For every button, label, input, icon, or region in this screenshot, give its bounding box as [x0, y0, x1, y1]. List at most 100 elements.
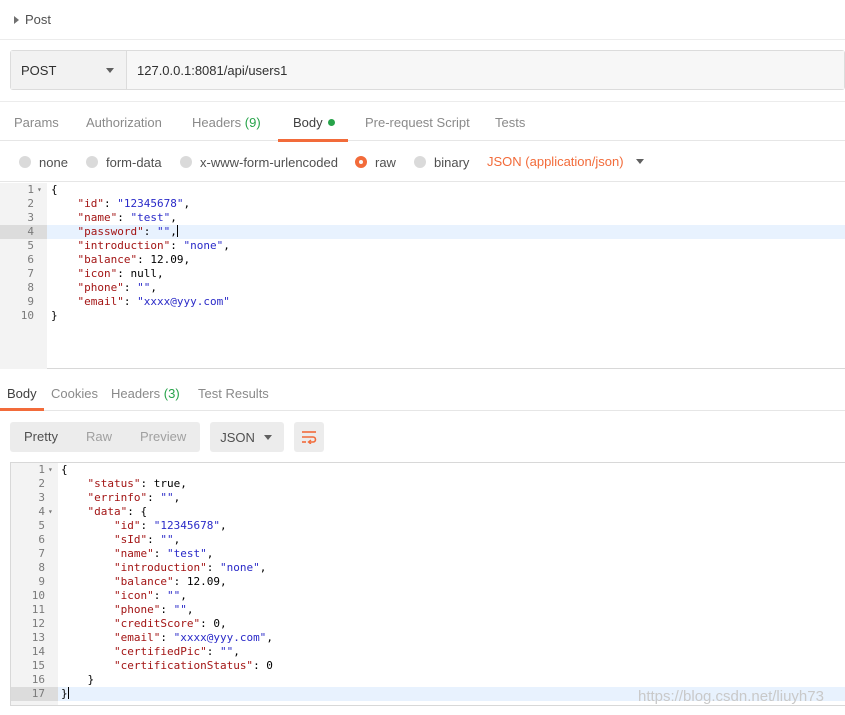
code-text: } [61, 673, 95, 686]
pretty-button[interactable]: Pretty [10, 422, 72, 452]
code-text: "certificationStatus": 0 [113, 659, 273, 672]
radio-raw[interactable]: raw [355, 154, 396, 170]
code-text: "balance": 12.09, [77, 253, 191, 266]
tab-response-headers[interactable]: Headers (3) [111, 376, 180, 411]
code-text: "introduction": "none", [77, 239, 230, 252]
radio-form-data[interactable]: form-data [86, 154, 162, 170]
line-number: 3 [38, 491, 45, 504]
code-line: 16 } [11, 673, 845, 687]
request-tabs: Params Authorization Headers (9) Body Pr… [0, 101, 845, 142]
line-number: 9 [38, 575, 45, 588]
url-input[interactable]: 127.0.0.1:8081/api/users1 [127, 51, 844, 89]
raw-button[interactable]: Raw [72, 422, 126, 452]
expand-caret-icon[interactable] [14, 15, 19, 24]
code-line: 8 "introduction": "none", [11, 561, 845, 575]
radio-icon [414, 156, 426, 168]
tab-pre-request-script[interactable]: Pre-request Script [365, 102, 470, 142]
line-number: 5 [27, 239, 34, 252]
line-number: 10 [20, 309, 34, 322]
radio-none[interactable]: none [19, 154, 68, 170]
code-line: 4 "password": "", [0, 225, 845, 239]
line-number: 4 [38, 505, 45, 518]
code-line: 4 ▾ "data": { [11, 505, 845, 519]
line-number: 11 [31, 603, 45, 616]
code-text: "icon": null, [77, 267, 164, 280]
line-number: 8 [38, 561, 45, 574]
code-line: 6 "balance": 12.09, [0, 253, 845, 267]
tab-tests[interactable]: Tests [495, 102, 525, 142]
line-number: 6 [38, 533, 45, 546]
tab-headers[interactable]: Headers (9) [192, 102, 261, 142]
chevron-down-icon [106, 67, 114, 73]
line-number: 10 [31, 589, 45, 602]
tab-body[interactable]: Body [278, 102, 348, 142]
response-view-toolbar: Pretty Raw Preview JSON [10, 422, 325, 452]
line-number: 9 [27, 295, 34, 308]
code-line: 7 "icon": null, [0, 267, 845, 281]
code-text: "certifiedPic": "", [113, 645, 240, 658]
body-type-options: none form-data x-www-form-urlencoded raw… [0, 142, 845, 182]
fold-arrow-icon[interactable]: ▾ [37, 183, 42, 197]
url-bar: POST 127.0.0.1:8081/api/users1 [10, 50, 845, 90]
line-number: 14 [31, 645, 45, 658]
fold-arrow-icon[interactable]: ▾ [48, 505, 53, 519]
line-number: 2 [27, 197, 34, 210]
code-line: 13 "email": "xxxx@yyy.com", [11, 631, 845, 645]
line-number: 12 [31, 617, 45, 630]
chevron-down-icon [264, 434, 273, 440]
code-text: "name": "test", [113, 547, 214, 560]
code-line: 14 "certifiedPic": "", [11, 645, 845, 659]
preview-button[interactable]: Preview [126, 422, 200, 452]
request-title: Post [25, 12, 52, 27]
line-number: 13 [31, 631, 45, 644]
line-number: 5 [38, 519, 45, 532]
code-text: { [51, 183, 58, 196]
content-type-select[interactable]: JSON (application/json) [487, 154, 644, 169]
code-line: 12 "creditScore": 0, [11, 617, 845, 631]
code-line: 3 "errinfo": "", [11, 491, 845, 505]
tab-response-body[interactable]: Body [0, 376, 44, 411]
chevron-down-icon [635, 159, 644, 164]
request-title-bar[interactable]: Post [0, 0, 845, 40]
code-text: "balance": 12.09, [113, 575, 227, 588]
code-text: "name": "test", [77, 211, 177, 224]
code-text: "password": "", [77, 225, 178, 238]
wrap-lines-icon [302, 431, 317, 444]
code-text: } [61, 687, 69, 700]
tab-test-results[interactable]: Test Results [198, 376, 269, 411]
radio-binary[interactable]: binary [414, 154, 469, 170]
code-text: "email": "xxxx@yyy.com", [113, 631, 273, 644]
line-number: 4 [0, 225, 47, 239]
line-number: 7 [27, 267, 34, 280]
code-text: { [61, 463, 68, 476]
response-tabs: Body Cookies Headers (3) Test Results [0, 376, 845, 411]
code-text: "introduction": "none", [113, 561, 267, 574]
line-number: 16 [31, 673, 45, 686]
line-number: 17 [11, 687, 58, 701]
code-text: "phone": "", [77, 281, 157, 294]
radio-icon [180, 156, 192, 168]
code-text: "email": "xxxx@yyy.com" [77, 295, 230, 308]
code-line: 7 "name": "test", [11, 547, 845, 561]
code-line: 3 "name": "test", [0, 211, 845, 225]
code-text: "phone": "", [113, 603, 194, 616]
tab-params[interactable]: Params [14, 102, 59, 142]
response-body-viewer[interactable]: 1 ▾{2 "status": true, 3 "errinfo": "", 4 ▾ "… [10, 462, 845, 706]
code-text: "id": "12345678", [77, 197, 191, 210]
method-select[interactable]: POST [11, 51, 127, 89]
code-line: 9 "email": "xxxx@yyy.com" [0, 295, 845, 309]
code-line: 2 "id": "12345678", [0, 197, 845, 211]
tab-cookies[interactable]: Cookies [51, 376, 98, 411]
code-line: 1 ▾ { [0, 183, 845, 197]
tab-authorization[interactable]: Authorization [86, 102, 162, 142]
format-select[interactable]: JSON [210, 422, 285, 452]
code-text: "status": true, [87, 477, 187, 490]
code-text: "data": { [87, 505, 148, 518]
request-body-editor[interactable]: 1 ▾{2 "id": "12345678", 3 "name": "test", 4… [0, 183, 845, 369]
code-line: 10} [0, 309, 845, 323]
radio-urlencoded[interactable]: x-www-form-urlencoded [180, 154, 338, 170]
code-line: 9 "balance": 12.09, [11, 575, 845, 589]
code-line: 6 "sId": "", [11, 533, 845, 547]
wrap-lines-button[interactable] [294, 422, 325, 452]
fold-arrow-icon[interactable]: ▾ [48, 463, 53, 477]
